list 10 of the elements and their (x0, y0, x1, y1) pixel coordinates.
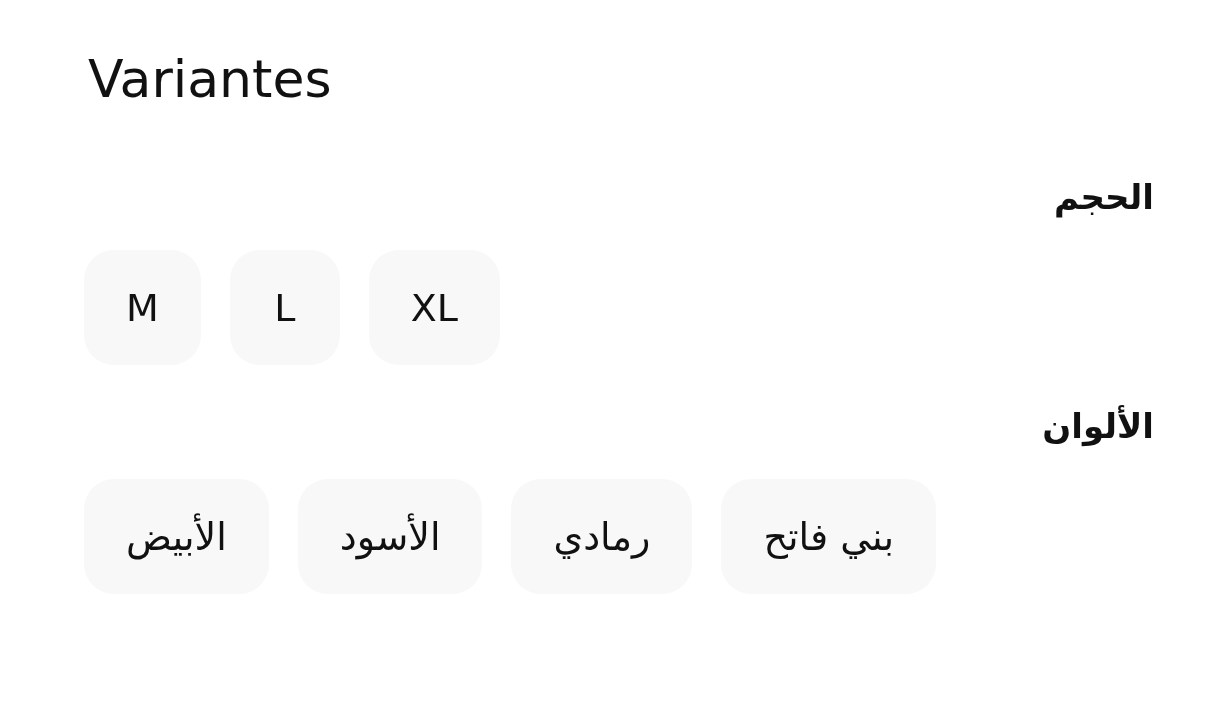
option-chip[interactable]: الأبيض (84, 479, 269, 594)
option-chip[interactable]: L (229, 250, 340, 365)
option-chip[interactable]: الأسود (297, 479, 483, 594)
option-chip[interactable]: بني فاتح (721, 479, 937, 594)
option-chip[interactable]: رمادي (511, 479, 693, 594)
page-title: Variantes (88, 48, 333, 111)
section-label: الحجم (1053, 176, 1154, 220)
option-chip[interactable]: XL (368, 250, 500, 365)
section-label: الألوان (1042, 404, 1154, 449)
option-chip[interactable]: M (84, 250, 201, 365)
